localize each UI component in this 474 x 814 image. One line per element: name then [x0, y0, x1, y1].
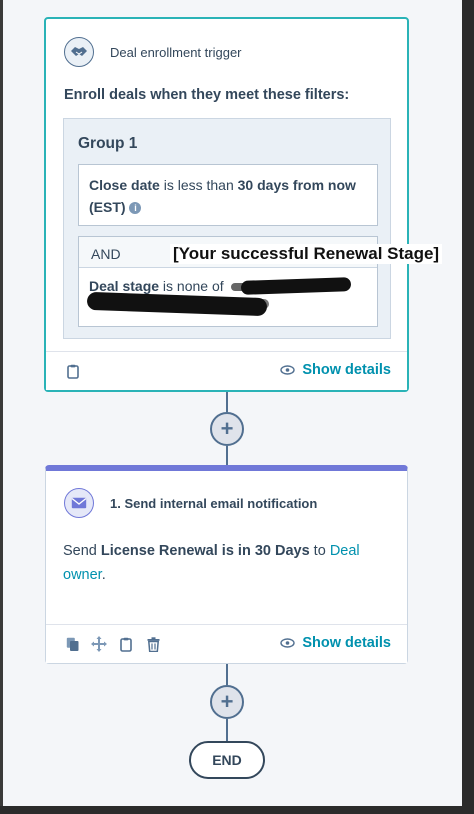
- filter-operator: is less than: [159, 177, 238, 193]
- action-text-prefix: Send: [63, 543, 101, 559]
- add-action-button[interactable]: +: [210, 412, 244, 446]
- info-icon[interactable]: i: [129, 202, 142, 215]
- connector-line: [226, 392, 228, 412]
- send-email-action-card[interactable]: 1. Send internal email notification Send…: [45, 465, 408, 664]
- show-details-link[interactable]: Show details: [280, 635, 391, 651]
- and-label: AND: [91, 246, 121, 262]
- screenshot-frame-bottom: [0, 806, 474, 814]
- connector-line: [226, 719, 228, 741]
- trigger-card-footer: Show details: [46, 351, 407, 390]
- show-details-label: Show details: [302, 635, 391, 651]
- add-action-button[interactable]: +: [210, 685, 244, 719]
- show-details-label: Show details: [302, 362, 391, 378]
- filter-operator: is none of: [159, 278, 224, 294]
- connector-line: [226, 446, 228, 465]
- clipboard-icon[interactable]: [65, 363, 81, 379]
- filter-group: Group 1 Close date is less than 30 days …: [63, 118, 391, 339]
- action-text-suffix: .: [101, 567, 106, 583]
- trigger-header: Deal enrollment trigger: [64, 37, 242, 67]
- plus-icon: +: [220, 689, 234, 714]
- filter-close-date[interactable]: Close date is less than 30 days from now…: [78, 164, 378, 226]
- group-title: Group 1: [78, 135, 138, 152]
- enroll-criteria-text: Enroll deals when they meet these filter…: [64, 87, 350, 103]
- show-details-link[interactable]: Show details: [280, 362, 391, 378]
- action-text-mid: to: [309, 543, 330, 559]
- action-card-footer: Show details: [46, 624, 407, 663]
- move-icon[interactable]: [91, 636, 107, 652]
- end-label: END: [212, 752, 242, 768]
- end-node: END: [189, 741, 265, 779]
- enrollment-trigger-card[interactable]: Deal enrollment trigger Enroll deals whe…: [44, 17, 409, 392]
- action-header: 1. Send internal email notification: [64, 488, 317, 518]
- envelope-icon: [64, 488, 94, 518]
- trigger-title: Deal enrollment trigger: [110, 44, 242, 60]
- screenshot-frame-right: [462, 0, 474, 814]
- handshake-icon: [64, 37, 94, 67]
- action-title: 1. Send internal email notification: [110, 495, 318, 511]
- action-description: Send License Renewal is in 30 Days to De…: [63, 539, 383, 587]
- email-name: License Renewal is in 30 Days: [100, 543, 310, 559]
- screenshot-frame-left: [0, 0, 3, 814]
- clipboard-icon[interactable]: [118, 636, 134, 652]
- annotation-callout: [Your successful Renewal Stage]: [170, 244, 443, 264]
- copy-icon[interactable]: [65, 636, 81, 652]
- eye-icon: [280, 365, 296, 375]
- plus-icon: +: [220, 416, 234, 441]
- filter-property: Close date: [89, 177, 160, 193]
- trash-icon[interactable]: [145, 636, 161, 652]
- eye-icon: [280, 638, 296, 648]
- connector-line: [226, 664, 228, 685]
